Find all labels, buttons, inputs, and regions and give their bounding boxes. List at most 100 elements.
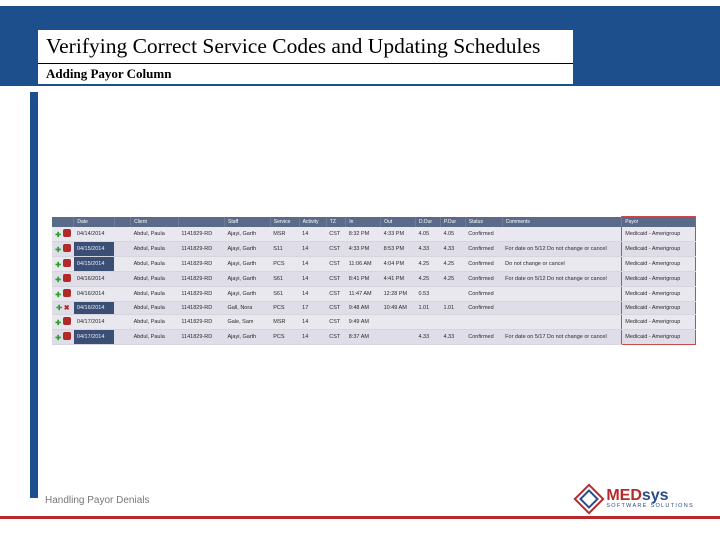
cell-comments <box>502 302 622 315</box>
table-row[interactable]: ✚ 04/16/2014Abdul, Paula1141829-RDAjayi,… <box>52 287 696 302</box>
table-row[interactable]: ✚ 04/15/2014Abdul, Paula1141829-RDAjayi,… <box>52 242 696 257</box>
cell-activity: 17 <box>299 302 326 315</box>
flag-icon[interactable] <box>63 317 71 325</box>
medsys-logo: MEDsys SOFTWARE SOLUTIONS <box>578 488 694 510</box>
cell-flag <box>114 287 130 302</box>
cell-out <box>381 315 416 330</box>
col-pdur[interactable]: P.Dur <box>440 217 465 228</box>
cell-comments: Do not change or cancel <box>502 257 622 272</box>
cell-payor: Medicaid - Amerigroup <box>622 330 696 345</box>
plus-icon[interactable]: ✚ <box>55 232 61 239</box>
cell-staffid: 1141829-RD <box>178 227 224 242</box>
flag-icon[interactable] <box>63 244 71 252</box>
plus-icon[interactable]: ✚ <box>55 247 61 254</box>
cell-status: Confirmed <box>465 257 502 272</box>
col-flag[interactable] <box>114 217 130 228</box>
title-box: Verifying Correct Service Codes and Upda… <box>38 30 573 64</box>
plus-icon[interactable]: ✚ <box>56 305 62 312</box>
cell-in: 11:47 AM <box>346 287 381 302</box>
cell-flag <box>114 227 130 242</box>
cell-out: 4:41 PM <box>381 272 416 287</box>
cell-comments: For date on 5/12 Do not change or cancel <box>502 242 622 257</box>
col-out[interactable]: Out <box>381 217 416 228</box>
table-row[interactable]: ✚ 04/17/2014Abdul, Paula1141829-RDAjayi,… <box>52 330 696 345</box>
table-row[interactable]: ✚ 04/17/2014Abdul, Paula1141829-RDGale, … <box>52 315 696 330</box>
col-activity[interactable]: Activity <box>299 217 326 228</box>
cell-status: Confirmed <box>465 242 502 257</box>
col-payor[interactable]: Payor <box>622 217 696 228</box>
cell-out: 4:33 PM <box>381 227 416 242</box>
cell-client: Abdul, Paula <box>131 272 179 287</box>
table-row[interactable]: ✚ 04/16/2014Abdul, Paula1141829-RDAjayi,… <box>52 272 696 287</box>
cell-staff: Ajayi, Garth <box>225 287 271 302</box>
flag-icon[interactable] <box>63 229 71 237</box>
cell-activity: 14 <box>299 242 326 257</box>
plus-icon[interactable]: ✚ <box>55 262 61 269</box>
cell-flag <box>114 272 130 287</box>
cell-ddur: 4.25 <box>415 257 440 272</box>
flag-icon[interactable] <box>63 259 71 267</box>
cell-flag <box>114 242 130 257</box>
cell-status: Confirmed <box>465 227 502 242</box>
cell-date: 04/14/2014 <box>74 227 115 242</box>
flag-icon[interactable] <box>63 274 71 282</box>
cell-in: 8:37 AM <box>346 330 381 345</box>
plus-icon[interactable]: ✚ <box>55 335 61 342</box>
table-row[interactable]: ✚ 04/14/2014Abdul, Paula1141829-RDAjayi,… <box>52 227 696 242</box>
col-staffid[interactable] <box>178 217 224 228</box>
cell-staff: Ajayi, Garth <box>225 242 271 257</box>
col-tz[interactable]: TZ <box>326 217 345 228</box>
flag-icon[interactable] <box>63 332 71 340</box>
table-row[interactable]: ✚ 04/15/2014Abdul, Paula1141829-RDAjayi,… <box>52 257 696 272</box>
cell-staff: Ajayi, Garth <box>225 227 271 242</box>
col-service[interactable]: Service <box>270 217 299 228</box>
cell-client: Abdul, Paula <box>131 315 179 330</box>
x-icon[interactable]: ✖ <box>64 305 70 312</box>
cell-client: Abdul, Paula <box>131 257 179 272</box>
plus-icon[interactable]: ✚ <box>55 320 61 327</box>
cell-out: 12:28 PM <box>381 287 416 302</box>
logo-text-sys: sys <box>642 487 669 504</box>
cell-ddur: 4.33 <box>415 242 440 257</box>
col-ddur[interactable]: D.Dur <box>415 217 440 228</box>
cell-date: 04/15/2014 <box>74 242 115 257</box>
cell-in: 9:49 AM <box>346 315 381 330</box>
cell-status: Confirmed <box>465 302 502 315</box>
slide-subtitle: Adding Payor Column <box>38 64 573 84</box>
cell-out: 4:04 PM <box>381 257 416 272</box>
logo-tagline: SOFTWARE SOLUTIONS <box>606 504 694 510</box>
cell-staff: Gall, Nora <box>225 302 271 315</box>
schedule-table: Date Client Staff Service Activity TZ In… <box>52 216 696 345</box>
schedule-table-wrap: Date Client Staff Service Activity TZ In… <box>52 216 696 345</box>
left-accent-bar <box>30 92 38 498</box>
col-in[interactable]: In <box>346 217 381 228</box>
plus-icon[interactable]: ✚ <box>55 277 61 284</box>
cell-staffid: 1141829-RD <box>178 272 224 287</box>
table-row[interactable]: ✚ ✖04/16/2014Abdul, Paula1141829-RDGall,… <box>52 302 696 315</box>
cell-activity: 14 <box>299 287 326 302</box>
col-status[interactable]: Status <box>465 217 502 228</box>
cell-staff: Ajayi, Garth <box>225 257 271 272</box>
cell-staff: Ajayi, Garth <box>225 330 271 345</box>
cell-service: PCS <box>270 257 299 272</box>
col-icons[interactable] <box>52 217 74 228</box>
cell-pdur: 4.33 <box>440 242 465 257</box>
cell-payor: Medicaid - Amerigroup <box>622 315 696 330</box>
cell-service: MSR <box>270 227 299 242</box>
col-date[interactable]: Date <box>74 217 115 228</box>
cell-pdur <box>440 315 465 330</box>
cell-status: Confirmed <box>465 330 502 345</box>
cell-ddur <box>415 315 440 330</box>
plus-icon[interactable]: ✚ <box>55 292 61 299</box>
cell-pdur: 4.05 <box>440 227 465 242</box>
cell-client: Abdul, Paula <box>131 287 179 302</box>
col-client[interactable]: Client <box>131 217 179 228</box>
cell-ddur: 4.33 <box>415 330 440 345</box>
col-comments[interactable]: Comments <box>502 217 622 228</box>
cell-date: 04/17/2014 <box>74 315 115 330</box>
cell-tz: CST <box>326 330 345 345</box>
flag-icon[interactable] <box>63 289 71 297</box>
cell-service: PCS <box>270 302 299 315</box>
cell-service: S11 <box>270 242 299 257</box>
col-staff[interactable]: Staff <box>225 217 271 228</box>
